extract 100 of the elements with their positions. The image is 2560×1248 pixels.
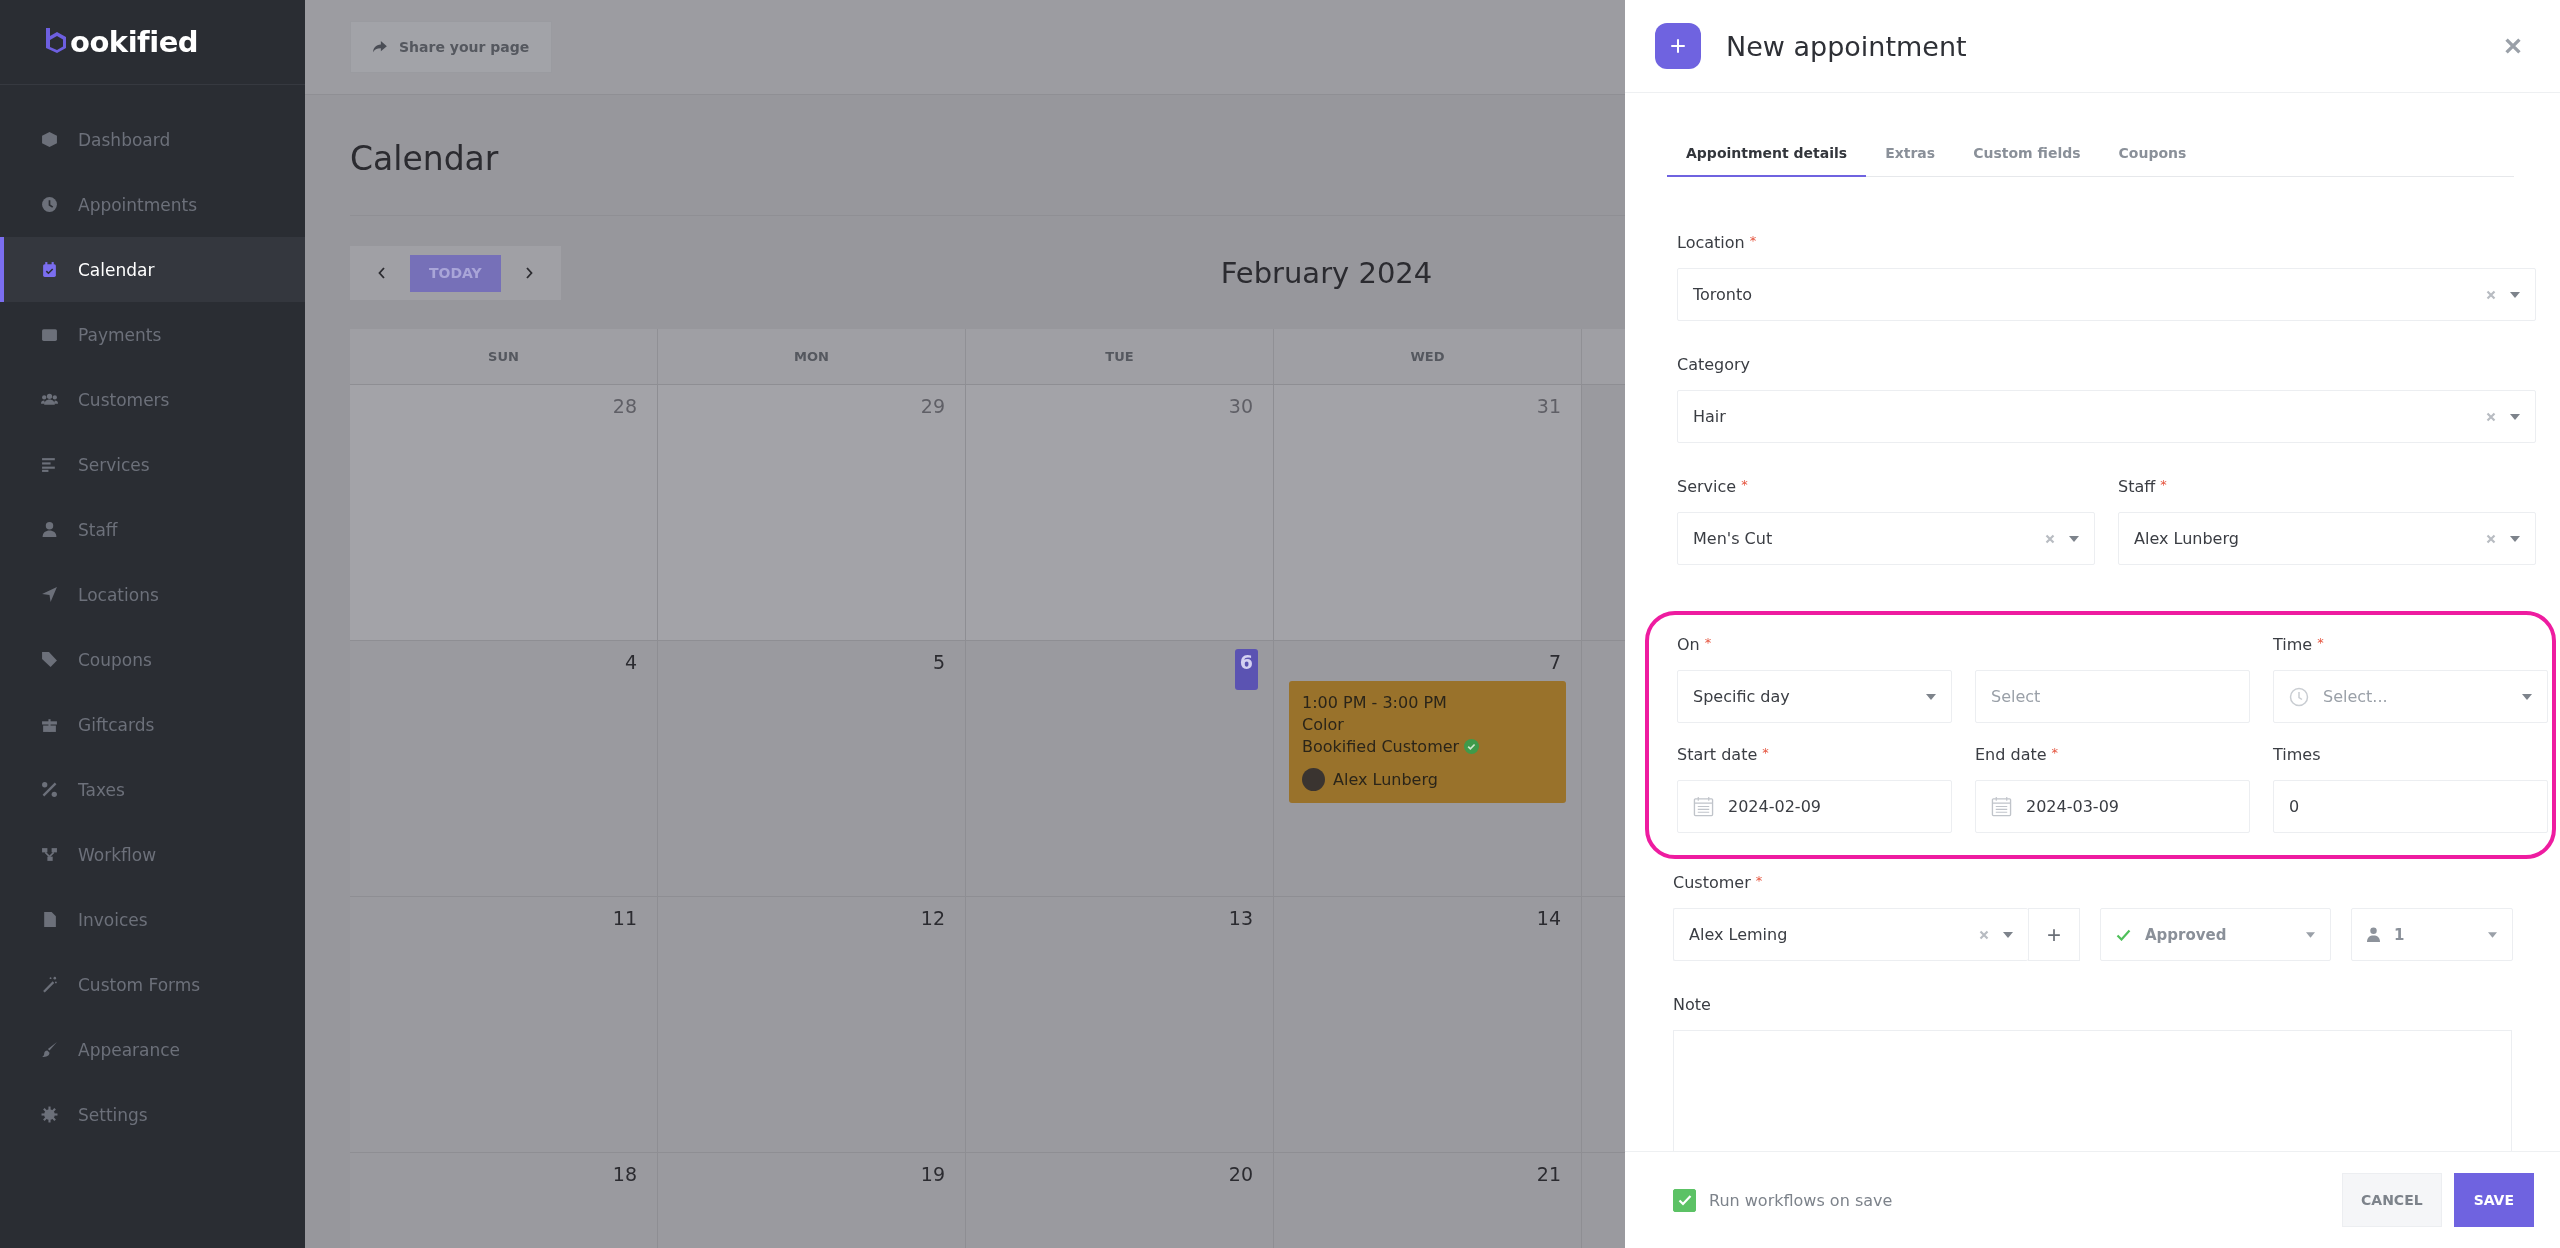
clock-icon xyxy=(41,196,58,213)
wallet-icon xyxy=(41,326,58,343)
dropdown-field[interactable]: Men's Cut xyxy=(1677,512,2095,565)
day-cell[interactable]: 12 xyxy=(658,897,966,1152)
day-cell[interactable]: 7 1:00 PM - 3:00 PM Color Bookified Customer Alex Lunberg xyxy=(1274,641,1582,896)
sidebar-item[interactable]: Dashboard xyxy=(0,107,305,172)
date-field[interactable]: 2024-02-09 xyxy=(1677,780,1952,833)
field-label: Category xyxy=(1677,355,1751,376)
day-cell[interactable]: 14 xyxy=(1274,897,1582,1152)
caret-icon xyxy=(2510,291,2520,298)
tab[interactable]: Custom fields xyxy=(1954,145,2100,177)
list-icon xyxy=(41,456,58,473)
clear-icon[interactable] xyxy=(2486,289,2496,300)
tab[interactable]: Coupons xyxy=(2099,145,2206,177)
day-cell[interactable]: 21 xyxy=(1274,1153,1582,1248)
user-icon xyxy=(41,521,58,538)
clear-icon[interactable] xyxy=(2486,411,2496,422)
caret-icon xyxy=(2510,413,2520,420)
day-number: 18 xyxy=(611,1162,638,1187)
share-page-button[interactable]: Share your page xyxy=(350,21,553,73)
check-icon xyxy=(2116,928,2131,941)
event-service: Color xyxy=(1302,715,1345,734)
dropdown-field[interactable]: Specific day xyxy=(1677,670,1952,723)
dropdown-field[interactable]: Hair xyxy=(1677,390,2536,443)
date-field[interactable]: 2024-03-09 xyxy=(1975,780,2250,833)
sidebar-item[interactable]: Custom Forms xyxy=(0,952,305,1017)
caret-icon xyxy=(2488,931,2497,938)
checkbox-label: Run workflows on save xyxy=(1709,1190,1893,1210)
customer-dropdown-field[interactable]: Alex Leming xyxy=(1673,908,2028,961)
dropdown-field[interactable]: Alex Lunberg xyxy=(2118,512,2536,565)
field-label: Service xyxy=(1677,477,1737,498)
day-number: 14 xyxy=(1535,906,1562,931)
day-number: 28 xyxy=(611,394,638,419)
weekday-header: MON xyxy=(658,329,966,384)
status-dropdown-field[interactable]: Approved xyxy=(2100,908,2331,961)
clear-icon[interactable] xyxy=(2486,533,2496,544)
sidebar-item[interactable]: Giftcards xyxy=(0,692,305,757)
share-arrow-icon xyxy=(373,41,387,53)
sidebar-item[interactable]: Workflow xyxy=(0,822,305,887)
sidebar-item[interactable]: Customers xyxy=(0,367,305,432)
day-cell[interactable]: 4 xyxy=(350,641,658,896)
day-cell[interactable]: 28 xyxy=(350,385,658,640)
check-icon xyxy=(1677,1194,1692,1206)
sidebar-item[interactable]: Locations xyxy=(0,562,305,627)
day-cell[interactable]: 6 xyxy=(966,641,1274,896)
day-number: 21 xyxy=(1535,1162,1562,1187)
sidebar-item[interactable]: Invoices xyxy=(0,887,305,952)
close-icon[interactable] xyxy=(2504,37,2522,55)
sidebar-item[interactable]: Calendar xyxy=(0,237,305,302)
checkbox[interactable] xyxy=(1673,1188,1696,1212)
event-customer: Bookified Customer xyxy=(1302,737,1460,756)
event-time: 1:00 PM - 3:00 PM xyxy=(1302,693,1448,712)
tab[interactable]: Appointment details xyxy=(1667,145,1867,177)
day-cell[interactable]: 19 xyxy=(658,1153,966,1248)
input-field[interactable]: Select xyxy=(1975,670,2250,723)
caret-icon xyxy=(2522,693,2532,700)
sidebar-item[interactable]: Payments xyxy=(0,302,305,367)
sidebar-item[interactable]: Taxes xyxy=(0,757,305,822)
people-count-dropdown-field[interactable]: 1 xyxy=(2351,908,2513,961)
required-asterisk: * xyxy=(1704,635,1712,652)
sidebar-item[interactable]: Services xyxy=(0,432,305,497)
field-label: Staff xyxy=(2118,477,2156,498)
field-label: Location xyxy=(1677,233,1745,254)
required-asterisk: * xyxy=(2317,635,2324,652)
day-cell[interactable]: 11 xyxy=(350,897,658,1152)
chevron-left-icon xyxy=(378,267,386,279)
tab[interactable]: Extras xyxy=(1866,145,1955,177)
caret-icon xyxy=(1926,693,1936,700)
dropdown-field[interactable]: Toronto xyxy=(1677,268,2536,321)
day-cell[interactable]: 29 xyxy=(658,385,966,640)
sidebar-item[interactable]: Appointments xyxy=(0,172,305,237)
day-cell[interactable]: 13 xyxy=(966,897,1274,1152)
day-cell[interactable]: 5 xyxy=(658,641,966,896)
event-staff: Alex Lunberg xyxy=(1333,770,1438,789)
add-customer-button[interactable]: + xyxy=(2028,908,2080,961)
day-cell[interactable]: 31 xyxy=(1274,385,1582,640)
input-field[interactable]: 0 xyxy=(2273,780,2548,833)
field-label: Note xyxy=(1673,995,1711,1016)
day-cell[interactable]: 20 xyxy=(966,1153,1274,1248)
clear-icon[interactable] xyxy=(1979,929,1989,940)
plus-icon xyxy=(1655,23,1701,69)
appointment-card[interactable]: 1:00 PM - 3:00 PM Color Bookified Customer Alex Lunberg xyxy=(1289,681,1566,803)
page-title: Calendar xyxy=(350,139,1625,216)
day-cell[interactable]: 18 xyxy=(350,1153,658,1248)
caret-icon xyxy=(2069,535,2079,542)
day-number: 5 xyxy=(931,650,946,675)
sidebar-item[interactable]: Coupons xyxy=(0,627,305,692)
clear-icon[interactable] xyxy=(2045,533,2055,544)
sidebar-item[interactable]: Settings xyxy=(0,1082,305,1147)
weekday-header: TUE xyxy=(966,329,1274,384)
percent-icon xyxy=(41,781,58,798)
day-number: 4 xyxy=(623,650,638,675)
sidebar-item[interactable]: Appearance xyxy=(0,1017,305,1082)
time-picker-field[interactable]: Select... xyxy=(2273,670,2548,723)
user-icon xyxy=(2367,927,2380,942)
month-title: February 2024 xyxy=(1220,256,1433,290)
sidebar-item[interactable]: Staff xyxy=(0,497,305,562)
day-cell[interactable]: 30 xyxy=(966,385,1274,640)
save-button[interactable]: SAVE xyxy=(2453,1173,2534,1227)
cancel-button[interactable]: CANCEL xyxy=(2342,1173,2442,1227)
